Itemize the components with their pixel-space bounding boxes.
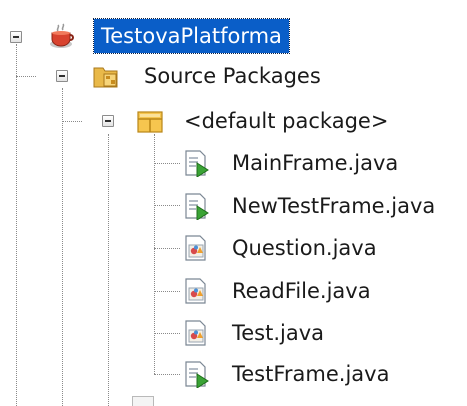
java-class-file-icon (182, 319, 210, 347)
tree-node-project[interactable]: TestovaPlatforma (48, 18, 290, 54)
tree-line (16, 76, 36, 77)
tree-line (154, 333, 180, 334)
file-label: ReadFile.java (232, 279, 371, 303)
source-packages-label: Source Packages (144, 64, 321, 88)
source-packages-folder-icon (92, 62, 120, 90)
tree-node-file[interactable]: ReadFile.java (182, 275, 371, 307)
default-package-label: <default package> (184, 109, 389, 133)
tree-line (154, 374, 180, 375)
runnable-java-file-icon (182, 149, 210, 178)
package-icon (136, 107, 164, 135)
tree-node-file[interactable]: Question.java (182, 232, 377, 264)
file-label: NewTestFrame.java (232, 194, 436, 218)
collapse-toggle-project[interactable] (10, 31, 22, 43)
tree-line (62, 121, 82, 122)
tree-line (62, 88, 63, 406)
runnable-java-file-icon (182, 192, 210, 221)
tree-line (154, 205, 180, 206)
tree-line (154, 291, 180, 292)
project-label: TestovaPlatforma (93, 18, 290, 54)
partial-node-icon (132, 396, 154, 406)
collapse-toggle-source-packages[interactable] (56, 70, 68, 82)
project-tree: TestovaPlatforma Source Packages <defaul… (0, 0, 467, 406)
tree-node-source-packages[interactable]: Source Packages (92, 60, 321, 92)
java-cup-project-icon (48, 22, 76, 50)
tree-node-file[interactable]: MainFrame.java (182, 147, 398, 179)
tree-line (154, 134, 155, 374)
file-label: MainFrame.java (232, 151, 399, 175)
tree-node-default-package[interactable]: <default package> (136, 105, 388, 137)
file-label: TestFrame.java (232, 362, 390, 386)
java-class-file-icon (182, 234, 210, 262)
tree-node-file[interactable]: NewTestFrame.java (182, 190, 435, 222)
tree-line (154, 163, 180, 164)
file-label: Test.java (232, 321, 325, 345)
tree-line (108, 134, 109, 406)
collapse-toggle-default-package[interactable] (102, 115, 114, 127)
java-class-file-icon (182, 277, 210, 305)
tree-node-file[interactable]: TestFrame.java (182, 358, 389, 390)
tree-node-file[interactable]: Test.java (182, 317, 324, 349)
tree-line (16, 44, 17, 406)
tree-line (154, 248, 180, 249)
file-label: Question.java (232, 236, 377, 260)
runnable-java-file-icon (182, 360, 210, 389)
